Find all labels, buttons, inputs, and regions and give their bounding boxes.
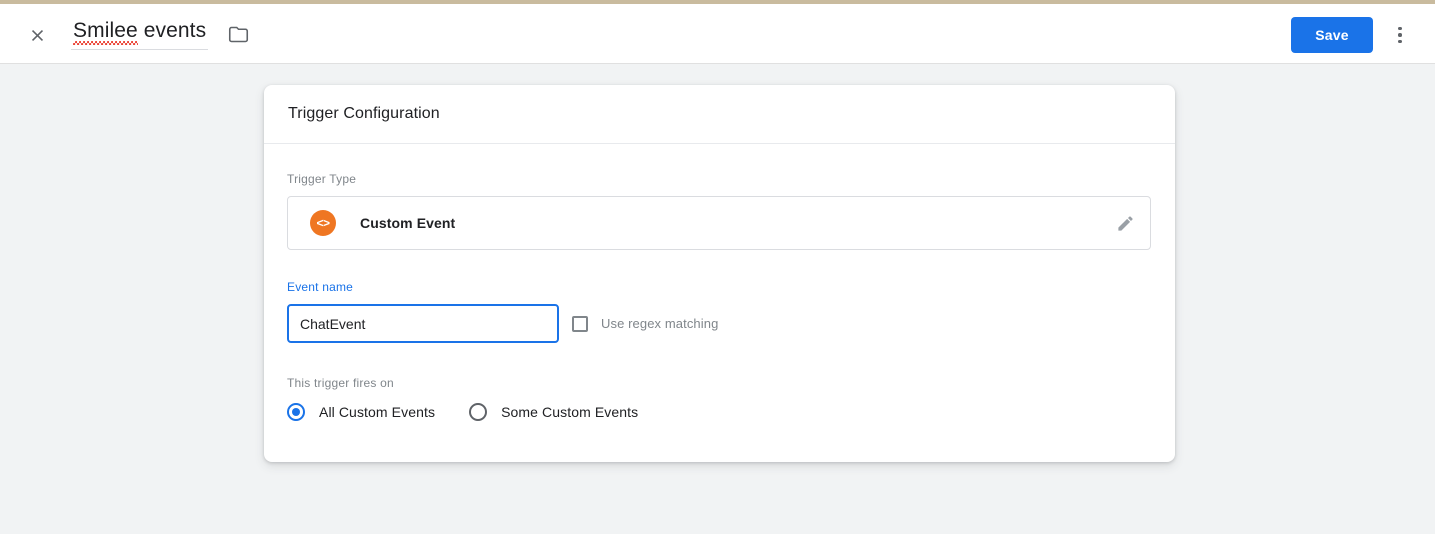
event-name-input[interactable]	[287, 304, 559, 343]
page-title: Smilee events	[73, 19, 206, 45]
workspace-title-input[interactable]: Smilee events	[71, 18, 209, 50]
kebab-dot	[1398, 33, 1402, 37]
card-header: Trigger Configuration	[264, 85, 1175, 144]
event-name-block: Event name Use regex matching	[287, 280, 1151, 343]
trigger-type-label: Trigger Type	[287, 172, 357, 186]
code-brackets-icon: <>	[310, 210, 336, 236]
radio-all-custom-events[interactable]	[287, 403, 305, 421]
use-regex-matching-label: Use regex matching	[601, 316, 719, 331]
use-regex-matching-checkbox[interactable]	[572, 315, 588, 332]
folder-icon[interactable]	[226, 22, 250, 46]
app-header: Smilee events Save	[0, 4, 1435, 64]
pencil-icon[interactable]	[1114, 212, 1136, 234]
use-regex-matching-option[interactable]: Use regex matching	[572, 315, 719, 332]
kebab-dot	[1398, 26, 1402, 31]
card-body: Trigger Type <> Custom Event Event name …	[264, 144, 1175, 421]
fires-on-radio-group: All Custom Events Some Custom Events	[287, 403, 1151, 421]
radio-option-all-custom-events[interactable]: All Custom Events	[287, 403, 435, 421]
kebab-dot	[1398, 39, 1402, 44]
fires-on-label: This trigger fires on	[287, 376, 394, 390]
trigger-type-value: Custom Event	[360, 215, 456, 231]
card-title: Trigger Configuration	[288, 105, 440, 122]
radio-dot	[292, 408, 300, 416]
radio-label-some-custom-events: Some Custom Events	[501, 404, 639, 420]
close-button[interactable]	[20, 18, 54, 52]
radio-option-some-custom-events[interactable]: Some Custom Events	[469, 403, 638, 421]
fires-on-block: This trigger fires on All Custom Events …	[287, 376, 1151, 421]
close-icon	[28, 26, 47, 45]
more-vert-icon[interactable]	[1383, 18, 1417, 52]
title-area: Smilee events	[71, 18, 250, 50]
trigger-type-selector[interactable]: <> Custom Event	[287, 196, 1151, 250]
save-button[interactable]: Save	[1291, 17, 1373, 53]
page-title-rest: events	[137, 19, 207, 42]
event-name-label: Event name	[287, 280, 354, 294]
page-title-misspelled-word: Smilee	[73, 19, 138, 45]
trigger-configuration-card: Trigger Configuration Trigger Type <> Cu…	[264, 85, 1175, 462]
event-name-row: Use regex matching	[287, 304, 1151, 343]
radio-some-custom-events[interactable]	[469, 403, 488, 421]
radio-label-all-custom-events: All Custom Events	[319, 404, 436, 420]
